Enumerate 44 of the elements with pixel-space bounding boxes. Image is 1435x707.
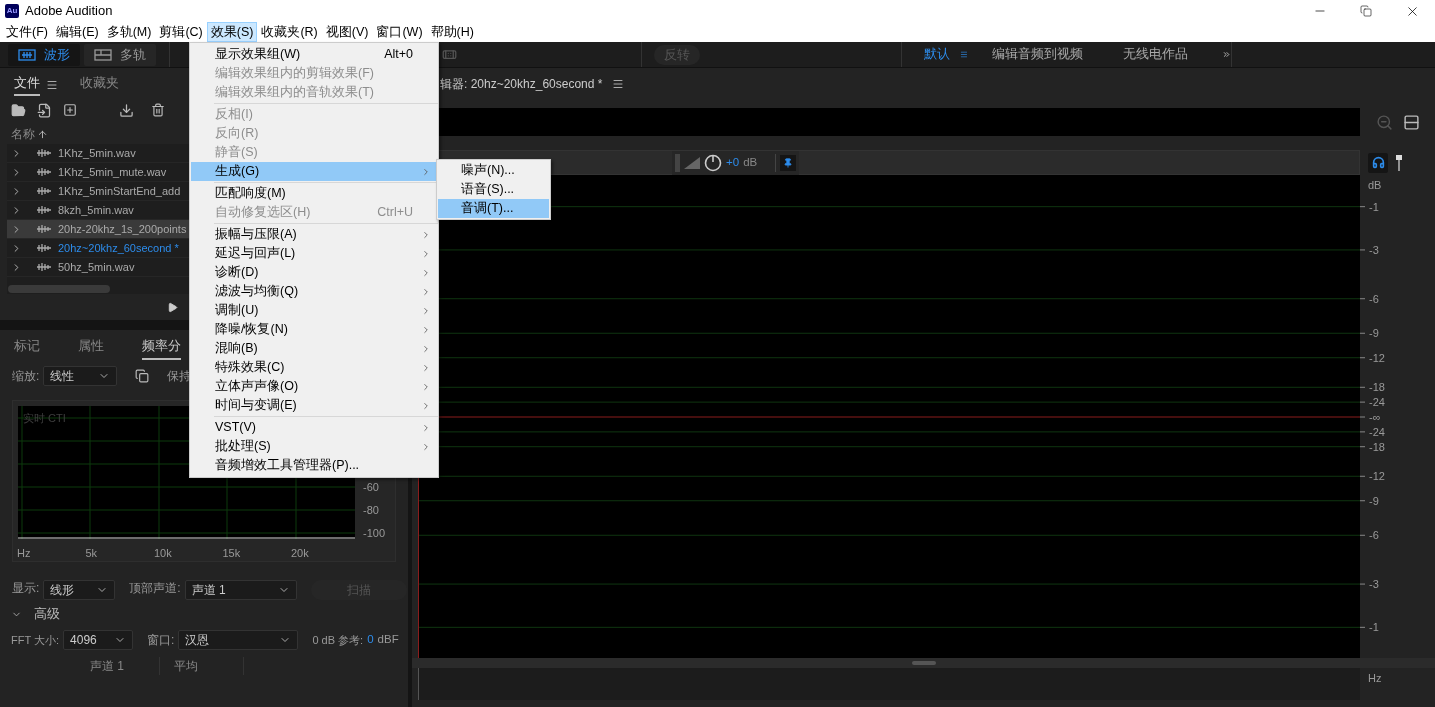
axis-label: 10k: [154, 546, 172, 561]
axis-label: -18: [1369, 440, 1385, 453]
axis-label: -3: [1369, 578, 1379, 591]
file-name: 1Khz_5minStartEnd_add: [58, 183, 181, 199]
axis-label: -12: [1369, 351, 1385, 364]
field-label: 顶部声道:: [129, 580, 181, 597]
axis-unit: dB: [1368, 178, 1382, 193]
column-header: 平均: [160, 657, 244, 675]
axis-label: -9: [1369, 327, 1379, 340]
file-name: 1Khz_5min_mute.wav: [58, 164, 167, 180]
reference-unit: dBF: [377, 632, 399, 648]
field-label: 缩放:: [12, 368, 40, 385]
axis-label: -∞: [1369, 411, 1381, 423]
axis-label: -6: [1369, 529, 1379, 542]
axis-label: -1: [1369, 200, 1379, 213]
axis-label: -9: [1369, 494, 1379, 507]
file-name: 20hz~20khz_60second *: [58, 240, 179, 256]
field-label: 显示:: [12, 580, 40, 597]
file-name: 1Khz_5min.wav: [58, 145, 136, 161]
gain-unit: dB: [743, 154, 758, 170]
axis-label: 20k: [291, 546, 309, 561]
file-name: 50hz_5min.wav: [58, 259, 135, 275]
axis-unit: Hz: [1368, 671, 1382, 686]
axis-label: -1: [1369, 621, 1379, 634]
axis-label: -80: [363, 503, 380, 519]
file-name: 8kzh_5min.wav: [58, 202, 134, 218]
axis-label: -24: [1369, 396, 1385, 409]
axis-label: -24: [1369, 425, 1385, 438]
axis-label: 15k: [222, 546, 241, 561]
file-name: 20hz-20khz_1s_200points: [58, 221, 187, 237]
axis-label: -60: [363, 480, 380, 496]
column-header: 声道 1: [76, 657, 160, 675]
axis-label: -6: [1369, 292, 1379, 305]
field-label: FFT 大小:: [11, 632, 60, 648]
reference-label: 0 dB 参考:: [312, 632, 364, 648]
axis-label: -18: [1369, 381, 1385, 394]
axis-label: -3: [1369, 243, 1379, 256]
window-title: Adobe Audition: [25, 2, 113, 21]
axis-label: 5k: [85, 546, 98, 561]
field-label: 窗口:: [147, 632, 175, 649]
axis-label: -12: [1369, 470, 1385, 483]
axis-label: -100: [363, 526, 386, 542]
axis-label: Hz: [17, 546, 31, 561]
app-logo: Au: [5, 4, 19, 18]
